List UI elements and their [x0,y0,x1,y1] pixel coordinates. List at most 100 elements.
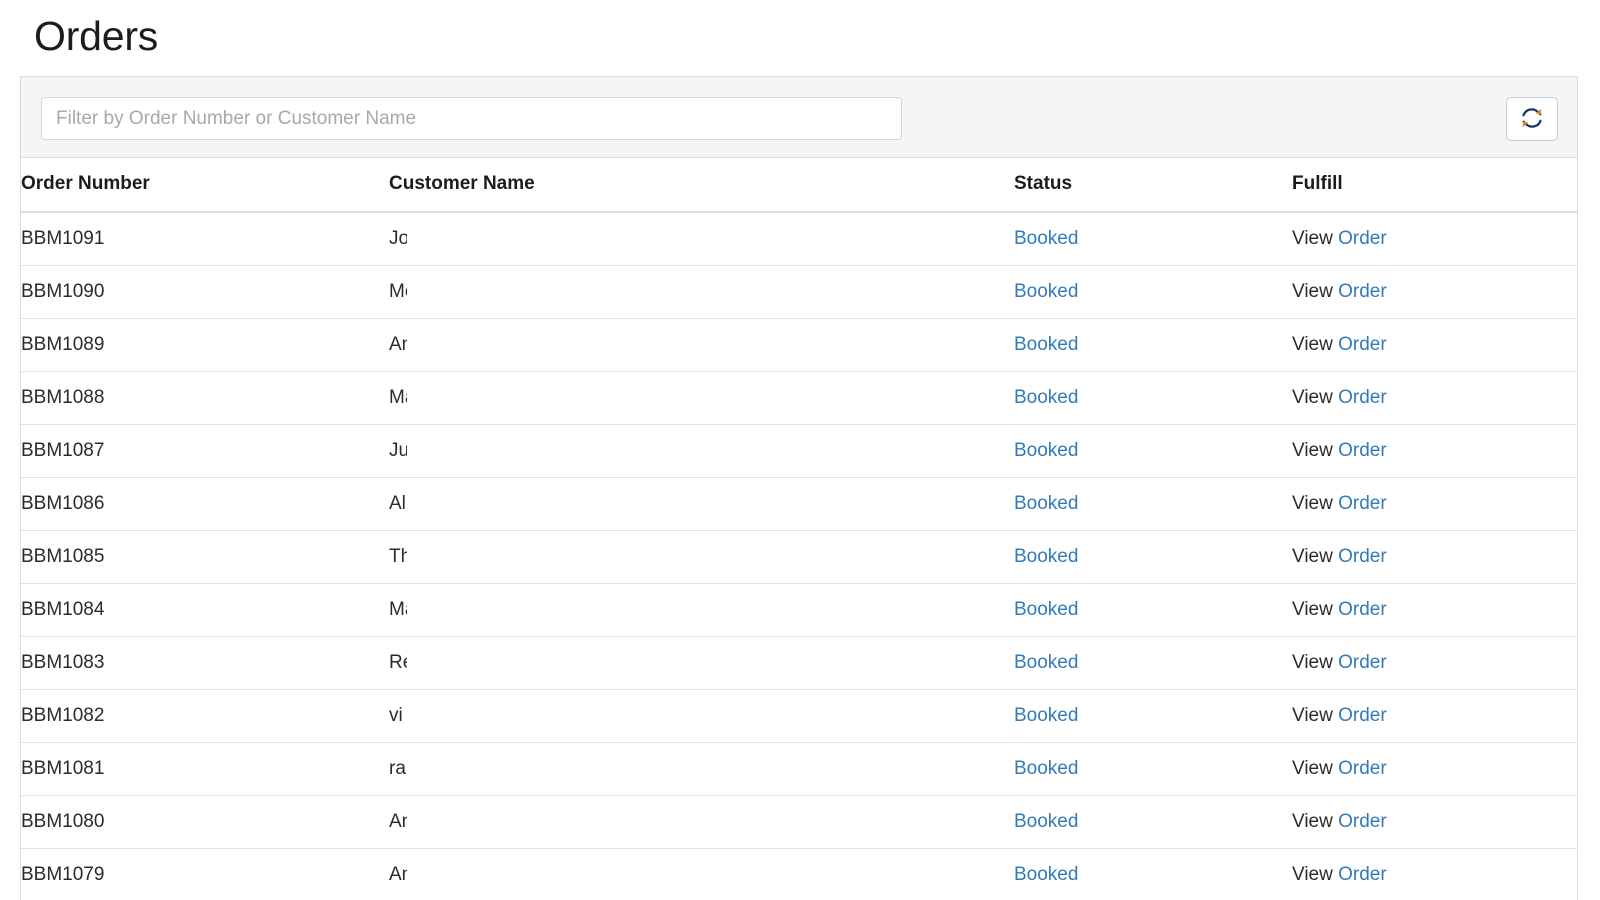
customer-name-text: Ju [389,439,407,461]
status-link[interactable]: Booked [1014,758,1078,779]
status-link[interactable]: Booked [1014,599,1078,620]
column-header-status: Status [1014,158,1292,213]
cell-customer-name: Al [389,476,1014,530]
view-order-link[interactable]: Order [1338,705,1387,726]
customer-name-text: Re [389,651,407,673]
status-link[interactable]: Booked [1014,440,1078,461]
fulfill-view-label: View [1292,492,1333,514]
cell-status: Booked [1014,741,1292,795]
customer-name-text: vi [389,704,403,726]
column-header-customer-name: Customer Name [389,158,1014,213]
cell-fulfill: View Order [1292,423,1577,477]
column-header-order-number: Order Number [21,158,389,213]
cell-status: Booked [1014,423,1292,477]
view-order-link[interactable]: Order [1338,387,1387,408]
fulfill-view-label: View [1292,333,1333,355]
fulfill-view-label: View [1292,280,1333,302]
cell-customer-name: Jo [389,212,1014,265]
status-link[interactable]: Booked [1014,493,1078,514]
status-link[interactable]: Booked [1014,652,1078,673]
fulfill-view-label: View [1292,386,1333,408]
cell-fulfill: View Order [1292,476,1577,530]
status-link[interactable]: Booked [1014,281,1078,302]
orders-table: Order Number Customer Name Status Fulfil… [21,158,1577,900]
refresh-button[interactable] [1506,97,1558,141]
table-row: BBM1080An Booked View Order [21,794,1577,848]
customer-name-text: Me [389,280,407,302]
filter-input[interactable] [41,97,902,140]
table-row: BBM1085Th Booked View Order [21,529,1577,583]
table-row: BBM1082 vi Booked View Order [21,688,1577,742]
status-link[interactable]: Booked [1014,546,1078,567]
status-link[interactable]: Booked [1014,387,1078,408]
view-order-link[interactable]: Order [1338,493,1387,514]
customer-name-text: ra [389,757,406,779]
cell-order-number: BBM1087 [21,423,389,477]
view-order-link[interactable]: Order [1338,811,1387,832]
fulfill-view-label: View [1292,810,1333,832]
cell-fulfill: View Order [1292,529,1577,583]
cell-order-number: BBM1079 [21,847,389,900]
fulfill-view-label: View [1292,704,1333,726]
view-order-link[interactable]: Order [1338,228,1387,249]
table-row: BBM1086 Al Booked View Order [21,476,1577,530]
cell-customer-name: Th [389,529,1014,583]
status-link[interactable]: Booked [1014,705,1078,726]
view-order-link[interactable]: Order [1338,281,1387,302]
fulfill-view-label: View [1292,757,1333,779]
cell-order-number: BBM1091 [21,227,105,249]
table-row: BBM1091 Jo Booked View Order [21,212,1577,265]
customer-name-text: Jo [389,227,407,249]
cell-status: Booked [1014,529,1292,583]
table-row: BBM1087Ju Booked View Order [21,423,1577,477]
fulfill-view-label: View [1292,545,1333,567]
cell-fulfill: View Order [1292,212,1577,265]
table-row: BBM1090Me Booked View Order [21,264,1577,318]
cell-customer-name: An [389,794,1014,848]
view-order-link[interactable]: Order [1338,334,1387,355]
fulfill-view-label: View [1292,227,1333,249]
cell-order-number: BBM1081 [21,741,389,795]
orders-panel: Order Number Customer Name Status Fulfil… [20,76,1578,900]
cell-fulfill: View Order [1292,370,1577,424]
cell-customer-name: An [389,847,1014,900]
cell-customer-name: Re [389,635,1014,689]
cell-customer-name: ra [389,741,1014,795]
status-link[interactable]: Booked [1014,228,1078,249]
table-row: BBM1083Re Booked View Order [21,635,1577,689]
cell-status: Booked [1014,635,1292,689]
table-row: BBM1084Ma Booked View Order [21,582,1577,636]
cell-customer-name: An [389,317,1014,371]
cell-order-number: BBM1085 [21,529,389,583]
view-order-link[interactable]: Order [1338,864,1387,885]
cell-order-number: BBM1090 [21,264,389,318]
orders-toolbar [21,77,1577,158]
cell-fulfill: View Order [1292,635,1577,689]
view-order-link[interactable]: Order [1338,758,1387,779]
view-order-link[interactable]: Order [1338,652,1387,673]
cell-status: Booked [1014,847,1292,900]
customer-name-text: An [389,333,407,355]
table-row: BBM1081 ra Booked View Order [21,741,1577,795]
refresh-icon [1519,105,1545,134]
table-row: BBM1089An Booked View Order [21,317,1577,371]
cell-status: Booked [1014,212,1292,265]
cell-customer-name: Ma [389,582,1014,636]
cell-status: Booked [1014,317,1292,371]
cell-status: Booked [1014,794,1292,848]
status-link[interactable]: Booked [1014,334,1078,355]
view-order-link[interactable]: Order [1338,546,1387,567]
cell-fulfill: View Order [1292,847,1577,900]
customer-name-text: An [389,810,407,832]
cell-order-number: BBM1080 [21,794,389,848]
status-link[interactable]: Booked [1014,864,1078,885]
orders-page: Orders Filter by Order Number or Custome… [0,0,1600,900]
page-title: Orders [34,13,159,59]
fulfill-view-label: View [1292,651,1333,673]
cell-fulfill: View Order [1292,317,1577,371]
view-order-link[interactable]: Order [1338,440,1387,461]
customer-name-text: Ma [389,598,407,620]
cell-order-number: BBM1082 [21,688,389,742]
view-order-link[interactable]: Order [1338,599,1387,620]
status-link[interactable]: Booked [1014,811,1078,832]
